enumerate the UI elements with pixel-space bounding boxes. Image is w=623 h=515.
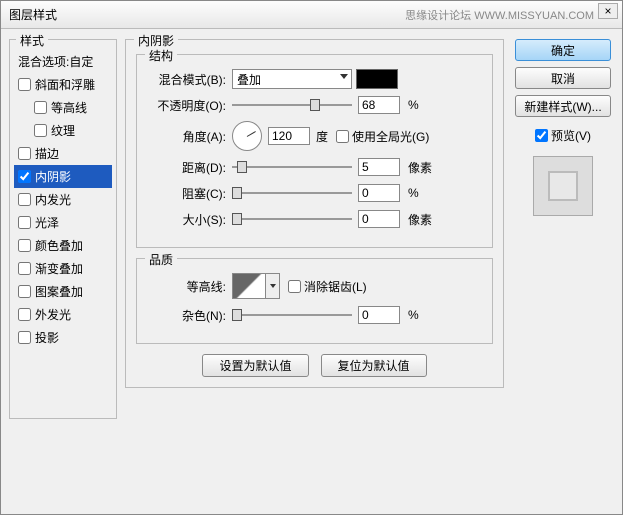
- distance-unit: 像素: [408, 159, 438, 176]
- reset-default-button[interactable]: 复位为默认值: [321, 354, 427, 377]
- style-checkbox[interactable]: [34, 124, 47, 137]
- style-checkbox[interactable]: [18, 331, 31, 344]
- noise-unit: %: [408, 308, 438, 322]
- style-item-label: 颜色叠加: [35, 237, 83, 254]
- opacity-slider[interactable]: [232, 98, 352, 112]
- angle-label: 角度(A):: [147, 128, 232, 145]
- inner-shadow-panel: 内阴影 结构 混合模式(B): 叠加 不透明度(O):: [125, 39, 504, 388]
- style-item-label: 等高线: [51, 99, 87, 116]
- blend-mode-label: 混合模式(B):: [147, 71, 232, 88]
- style-item[interactable]: 内阴影: [14, 165, 112, 188]
- distance-slider[interactable]: [232, 160, 352, 174]
- style-checkbox[interactable]: [18, 308, 31, 321]
- style-item-label: 渐变叠加: [35, 260, 83, 277]
- style-item-label: 纹理: [51, 122, 75, 139]
- watermark-text: 思缘设计论坛 WWW.MISSYUAN.COM: [405, 7, 594, 23]
- angle-unit: 度: [316, 128, 328, 145]
- style-item-label: 内发光: [35, 191, 71, 208]
- style-item-label: 图案叠加: [35, 283, 83, 300]
- styles-list: 样式 混合选项:自定 斜面和浮雕等高线纹理描边内阴影内发光光泽颜色叠加渐变叠加图…: [9, 39, 117, 419]
- preview-thumbnail: [533, 156, 593, 216]
- style-item[interactable]: 内发光: [14, 188, 112, 211]
- make-default-button[interactable]: 设置为默认值: [202, 354, 308, 377]
- new-style-button[interactable]: 新建样式(W)...: [515, 95, 611, 117]
- structure-legend: 结构: [145, 47, 177, 64]
- ok-button[interactable]: 确定: [515, 39, 611, 61]
- titlebar: 图层样式 思缘设计论坛 WWW.MISSYUAN.COM ×: [1, 1, 622, 29]
- style-item-label: 内阴影: [35, 168, 71, 185]
- angle-input[interactable]: [268, 127, 310, 145]
- style-item[interactable]: 颜色叠加: [14, 234, 112, 257]
- layer-style-dialog: 图层样式 思缘设计论坛 WWW.MISSYUAN.COM × 样式 混合选项:自…: [0, 0, 623, 515]
- style-item-label: 外发光: [35, 306, 71, 323]
- noise-input[interactable]: [358, 306, 400, 324]
- blend-options-item[interactable]: 混合选项:自定: [14, 50, 112, 73]
- window-title: 图层样式: [9, 6, 405, 23]
- anti-alias-checkbox[interactable]: 消除锯齿(L): [288, 278, 367, 295]
- style-item[interactable]: 外发光: [14, 303, 112, 326]
- size-unit: 像素: [408, 211, 438, 228]
- style-item[interactable]: 斜面和浮雕: [14, 73, 112, 96]
- style-checkbox[interactable]: [18, 239, 31, 252]
- size-input[interactable]: [358, 210, 400, 228]
- noise-label: 杂色(N):: [147, 307, 232, 324]
- style-checkbox[interactable]: [34, 101, 47, 114]
- choke-input[interactable]: [358, 184, 400, 202]
- choke-label: 阻塞(C):: [147, 185, 232, 202]
- style-checkbox[interactable]: [18, 262, 31, 275]
- style-item-label: 描边: [35, 145, 59, 162]
- preview-checkbox[interactable]: 预览(V): [535, 127, 591, 144]
- blend-mode-select[interactable]: 叠加: [232, 69, 352, 89]
- contour-label: 等高线:: [147, 278, 232, 295]
- style-checkbox[interactable]: [18, 170, 31, 183]
- opacity-input[interactable]: [358, 96, 400, 114]
- style-item[interactable]: 等高线: [14, 96, 112, 119]
- size-label: 大小(S):: [147, 211, 232, 228]
- contour-picker[interactable]: [232, 273, 266, 299]
- shadow-color-swatch[interactable]: [356, 69, 398, 89]
- cancel-button[interactable]: 取消: [515, 67, 611, 89]
- style-checkbox[interactable]: [18, 285, 31, 298]
- quality-group: 品质 等高线: 消除锯齿(L) 杂色(N): %: [136, 258, 493, 344]
- opacity-unit: %: [408, 98, 438, 112]
- style-item[interactable]: 投影: [14, 326, 112, 349]
- contour-dropdown[interactable]: [266, 273, 280, 299]
- style-checkbox[interactable]: [18, 78, 31, 91]
- style-checkbox[interactable]: [18, 216, 31, 229]
- style-checkbox[interactable]: [18, 147, 31, 160]
- quality-legend: 品质: [145, 251, 177, 268]
- style-item[interactable]: 图案叠加: [14, 280, 112, 303]
- global-light-checkbox[interactable]: 使用全局光(G): [336, 128, 429, 145]
- size-slider[interactable]: [232, 212, 352, 226]
- distance-label: 距离(D):: [147, 159, 232, 176]
- opacity-label: 不透明度(O):: [147, 97, 232, 114]
- style-item[interactable]: 渐变叠加: [14, 257, 112, 280]
- style-item[interactable]: 光泽: [14, 211, 112, 234]
- angle-dial[interactable]: [232, 121, 262, 151]
- choke-unit: %: [408, 186, 438, 200]
- styles-legend: 样式: [16, 32, 48, 49]
- close-button[interactable]: ×: [598, 3, 618, 19]
- style-item[interactable]: 描边: [14, 142, 112, 165]
- noise-slider[interactable]: [232, 308, 352, 322]
- distance-input[interactable]: [358, 158, 400, 176]
- style-item-label: 斜面和浮雕: [35, 76, 95, 93]
- style-item-label: 光泽: [35, 214, 59, 231]
- chevron-down-icon: [340, 74, 348, 79]
- structure-group: 结构 混合模式(B): 叠加 不透明度(O): %: [136, 54, 493, 248]
- style-item[interactable]: 纹理: [14, 119, 112, 142]
- style-item-label: 投影: [35, 329, 59, 346]
- choke-slider[interactable]: [232, 186, 352, 200]
- style-checkbox[interactable]: [18, 193, 31, 206]
